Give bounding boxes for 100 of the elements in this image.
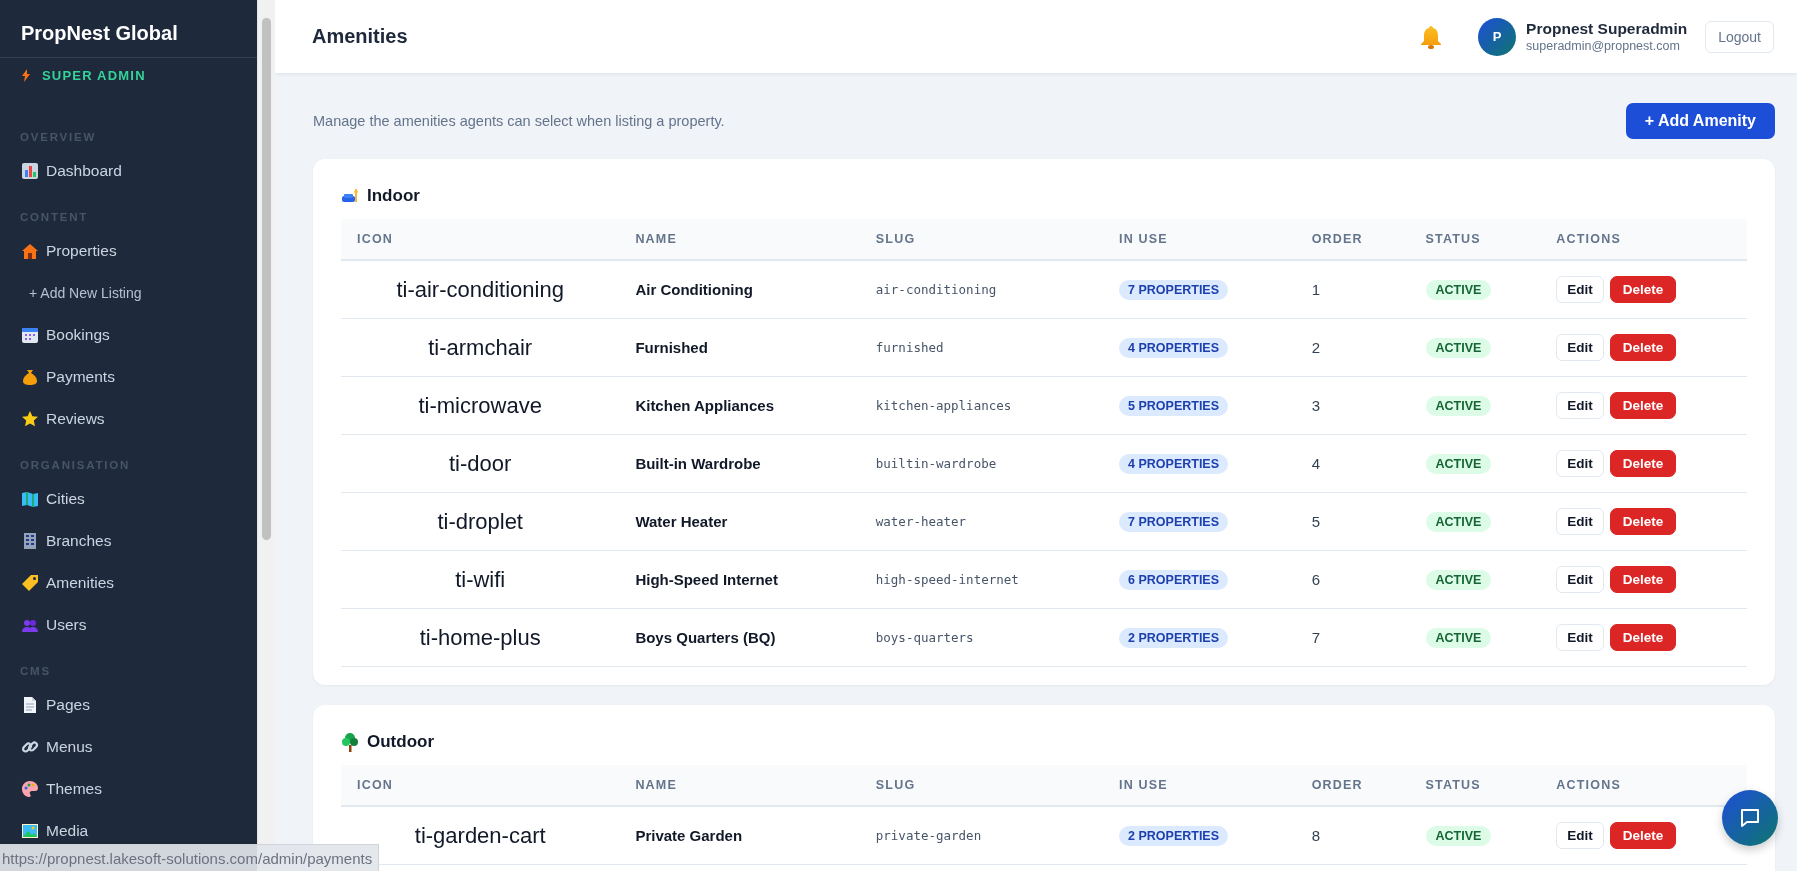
- status-badge: ACTIVE: [1425, 279, 1492, 300]
- column-header: ACTIONS: [1556, 232, 1621, 246]
- star-icon: [21, 410, 39, 428]
- usage-badge: 2 PROPERTIES: [1119, 627, 1229, 648]
- column-header: STATUS: [1425, 778, 1481, 792]
- usage-badge: 4 PROPERTIES: [1119, 453, 1229, 474]
- edit-button[interactable]: Edit: [1556, 392, 1604, 419]
- role-label: SUPER ADMIN: [42, 67, 146, 83]
- column-header: NAME: [635, 232, 677, 246]
- amenity-slug: water-heater: [875, 514, 967, 529]
- page-title: Amenities: [312, 25, 408, 48]
- column-header: SLUG: [875, 232, 916, 246]
- nav-item[interactable]: Cities: [21, 490, 85, 508]
- usage-badge: 7 PROPERTIES: [1119, 279, 1229, 300]
- order-number: 2: [1311, 339, 1320, 356]
- nav-item[interactable]: Amenities: [21, 574, 115, 592]
- delete-button[interactable]: Delete: [1609, 276, 1677, 303]
- nav-item[interactable]: Branches: [21, 532, 112, 550]
- status-url: https://propnest.lakesoft-solutions.com/admin/payments: [0, 844, 380, 871]
- user-email: superadmin@propnest.com: [1526, 39, 1681, 53]
- icon-class-text: ti-microwave: [418, 392, 542, 418]
- bar-chart-icon: [21, 162, 39, 180]
- delete-button[interactable]: Delete: [1609, 334, 1677, 361]
- icon-class-text: ti-door: [449, 450, 512, 476]
- status-badge: ACTIVE: [1425, 337, 1492, 358]
- nav-item[interactable]: Reviews: [21, 410, 105, 428]
- amenity-name: Water Heater: [635, 513, 728, 530]
- order-number: 6: [1311, 571, 1320, 588]
- usage-badge: 4 PROPERTIES: [1119, 337, 1229, 358]
- status-badge: ACTIVE: [1425, 453, 1492, 474]
- amenity-name: Kitchen Appliances: [635, 397, 774, 414]
- column-header: ACTIONS: [1556, 778, 1621, 792]
- add-amenity-button[interactable]: + Add Amenity: [1625, 103, 1775, 139]
- column-header: NAME: [635, 778, 677, 792]
- column-header: ICON: [357, 232, 394, 246]
- amenity-name: Air Conditioning: [635, 281, 753, 298]
- delete-button[interactable]: Delete: [1609, 508, 1677, 535]
- icon-class-text: ti-droplet: [437, 508, 523, 534]
- icon-class-text: ti-air-conditioning: [396, 276, 564, 302]
- scrollbar-thumb[interactable]: [262, 18, 271, 540]
- delete-button[interactable]: Delete: [1609, 450, 1677, 477]
- nav-item[interactable]: Payments: [21, 368, 115, 386]
- nav-sub-item[interactable]: + Add New Listing: [29, 285, 142, 301]
- amenity-name: Private Garden: [635, 827, 743, 844]
- amenity-name: Boys Quarters (BQ): [635, 629, 776, 646]
- lightning-icon: [22, 68, 30, 82]
- logout-button[interactable]: Logout: [1705, 20, 1774, 53]
- user-avatar: P: [1478, 17, 1517, 56]
- status-badge: ACTIVE: [1425, 511, 1492, 532]
- tree-icon: [341, 732, 359, 752]
- bell-icon[interactable]: [1420, 24, 1443, 49]
- house-icon: [21, 242, 39, 260]
- status-badge: ACTIVE: [1425, 825, 1492, 846]
- amenity-slug: builtin-wardrobe: [875, 456, 997, 471]
- icon-class-text: ti-wifi: [455, 566, 506, 592]
- amenity-slug: high-speed-internet: [875, 572, 1019, 587]
- nav-item[interactable]: Properties: [21, 242, 117, 260]
- icon-class-text: ti-garden-cart: [414, 822, 546, 848]
- nav-item[interactable]: Menus: [21, 738, 93, 756]
- status-badge: ACTIVE: [1425, 569, 1492, 590]
- edit-button[interactable]: Edit: [1556, 276, 1604, 303]
- nav-item[interactable]: Bookings: [21, 326, 110, 344]
- category-title: Indoor: [367, 186, 420, 206]
- edit-button[interactable]: Edit: [1556, 822, 1604, 849]
- delete-button[interactable]: Delete: [1609, 392, 1677, 419]
- nav-item[interactable]: Dashboard: [21, 162, 122, 180]
- edit-button[interactable]: Edit: [1556, 334, 1604, 361]
- order-number: 4: [1311, 455, 1320, 472]
- amenity-name: High-Speed Internet: [635, 571, 778, 588]
- icon-class-text: ti-armchair: [428, 334, 533, 360]
- icon-class-text: ti-home-plus: [419, 624, 541, 650]
- column-header: IN USE: [1119, 232, 1168, 246]
- money-bag-icon: [21, 368, 39, 386]
- category-title: Outdoor: [367, 732, 435, 752]
- delete-button[interactable]: Delete: [1609, 566, 1677, 593]
- intro-text: Manage the amenities agents can select when listing a property.: [313, 113, 725, 129]
- nav-item[interactable]: Themes: [21, 780, 102, 798]
- edit-button[interactable]: Edit: [1556, 450, 1604, 477]
- usage-badge: 7 PROPERTIES: [1119, 511, 1229, 532]
- edit-button[interactable]: Edit: [1556, 566, 1604, 593]
- delete-button[interactable]: Delete: [1609, 624, 1677, 651]
- status-badge: ACTIVE: [1425, 395, 1492, 416]
- delete-button[interactable]: Delete: [1609, 822, 1677, 849]
- edit-button[interactable]: Edit: [1556, 508, 1604, 535]
- nav-item[interactable]: Pages: [21, 696, 90, 714]
- column-header: ORDER: [1311, 778, 1363, 792]
- building-icon: [21, 532, 39, 550]
- usage-badge: 2 PROPERTIES: [1119, 825, 1229, 846]
- column-header: ICON: [357, 778, 394, 792]
- edit-button[interactable]: Edit: [1556, 624, 1604, 651]
- usage-badge: 6 PROPERTIES: [1119, 569, 1229, 590]
- column-header: IN USE: [1119, 778, 1168, 792]
- order-number: 1: [1311, 281, 1320, 298]
- amenity-slug: furnished: [875, 340, 944, 355]
- column-header: SLUG: [875, 778, 916, 792]
- nav-item[interactable]: Users: [21, 616, 87, 634]
- picture-icon: [21, 822, 39, 840]
- order-number: 8: [1311, 827, 1320, 844]
- page-icon: [21, 696, 39, 714]
- nav-item[interactable]: Media: [21, 822, 89, 840]
